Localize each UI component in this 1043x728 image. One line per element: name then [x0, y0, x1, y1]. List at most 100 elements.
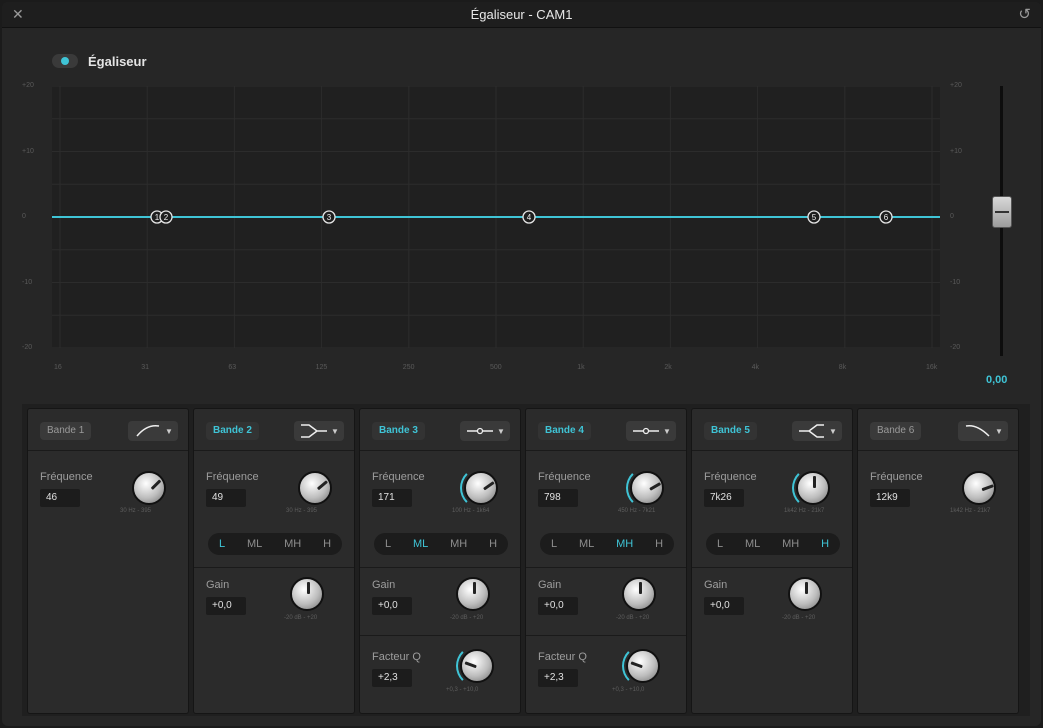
gain-knob[interactable] — [622, 577, 656, 611]
filter-shape-dropdown[interactable]: ▼ — [792, 421, 842, 441]
knob-indicator — [150, 479, 162, 490]
gain-knob[interactable] — [788, 577, 822, 611]
x-axis-label: 4k — [751, 364, 759, 371]
frequency-value[interactable]: 49 — [206, 489, 246, 507]
range-option-ml[interactable]: ML — [573, 536, 600, 552]
knob-indicator — [813, 476, 816, 488]
chevron-down-icon: ▼ — [497, 426, 505, 436]
knob-indicator — [981, 484, 994, 492]
band-enable-button[interactable]: Bande 3 — [372, 422, 425, 440]
band-1: Bande 1 ▼ Fréquence 46 30 Hz - 395 — [27, 408, 189, 714]
filter-shape-dropdown[interactable]: ▼ — [958, 421, 1008, 441]
frequency-value[interactable]: 171 — [372, 489, 412, 507]
band-enable-button[interactable]: Bande 6 — [870, 422, 922, 440]
shape-low-shelf-icon — [301, 424, 328, 438]
reset-icon[interactable]: ↺ — [1018, 5, 1031, 23]
q-factor-label: Facteur Q — [372, 651, 421, 663]
eq-enable-toggle[interactable] — [52, 54, 78, 68]
frequency-knob[interactable] — [464, 471, 498, 505]
filter-shape-dropdown[interactable]: ▼ — [294, 421, 344, 441]
range-option-ml[interactable]: ML — [407, 536, 434, 552]
shape-bell-icon — [467, 427, 494, 435]
chevron-down-icon: ▼ — [165, 426, 173, 436]
range-option-l[interactable]: L — [213, 536, 231, 552]
q-factor-value[interactable]: +2,3 — [372, 669, 412, 687]
gain-param: Gain +0,0 — [206, 579, 246, 615]
gain-value[interactable]: +0,0 — [372, 597, 412, 615]
range-option-mh[interactable]: MH — [278, 536, 307, 552]
frequency-knob[interactable] — [298, 471, 332, 505]
x-axis-label: 16k — [926, 364, 938, 371]
divider — [360, 567, 520, 568]
frequency-knob[interactable] — [132, 471, 166, 505]
band-enable-button[interactable]: Bande 5 — [704, 422, 757, 440]
divider — [692, 567, 852, 568]
q-factor-knob[interactable] — [626, 649, 660, 683]
frequency-label: Fréquence — [704, 471, 757, 483]
y-axis-label-left: 0 — [22, 213, 26, 220]
eq-node-2[interactable]: 2 — [159, 210, 173, 224]
gain-knob[interactable] — [456, 577, 490, 611]
output-fader: 0,00 — [942, 78, 1032, 398]
knob-indicator — [307, 582, 310, 594]
frequency-value[interactable]: 12k9 — [870, 489, 910, 507]
knob-indicator — [473, 582, 476, 594]
eq-node-4[interactable]: 4 — [522, 210, 536, 224]
eq-node-5[interactable]: 5 — [807, 210, 821, 224]
filter-shape-dropdown[interactable]: ▼ — [128, 421, 178, 441]
eq-node-label: 5 — [812, 213, 817, 222]
y-axis-label-left: -10 — [22, 278, 33, 286]
range-option-h[interactable]: H — [815, 536, 835, 552]
band-enable-button[interactable]: Bande 1 — [40, 422, 92, 440]
eq-graph[interactable]: 12 3 4 5 6 — [52, 86, 940, 348]
frequency-label: Fréquence — [372, 471, 425, 483]
frequency-value[interactable]: 798 — [538, 489, 578, 507]
gain-value[interactable]: +0,0 — [206, 597, 246, 615]
gain-range: -20 dB - +20 — [782, 615, 816, 621]
divider — [526, 567, 686, 568]
gain-range: -20 dB - +20 — [450, 615, 484, 621]
frequency-knob[interactable] — [962, 471, 996, 505]
filter-shape-dropdown[interactable]: ▼ — [626, 421, 676, 441]
x-axis-label: 31 — [141, 364, 149, 371]
band-header: Bande 2 ▼ — [194, 409, 354, 451]
gain-knob[interactable] — [290, 577, 324, 611]
shape-bell-icon — [633, 427, 660, 435]
eq-node-label: 4 — [527, 213, 532, 222]
eq-node-3[interactable]: 3 — [322, 210, 336, 224]
gain-label: Gain — [704, 579, 728, 591]
band-panel: Bande 1 ▼ Fréquence 46 30 Hz - 395 Bande 2 ▼ Fr… — [22, 404, 1030, 716]
x-axis-label: 8k — [838, 364, 847, 371]
frequency-knob[interactable] — [630, 471, 664, 505]
frequency-value[interactable]: 46 — [40, 489, 80, 507]
eq-node-6[interactable]: 6 — [879, 210, 893, 224]
q-factor-knob[interactable] — [460, 649, 494, 683]
gain-range: -20 dB - +20 — [616, 615, 650, 621]
fader-value: 0,00 — [986, 374, 1008, 386]
gain-value[interactable]: +0,0 — [538, 597, 578, 615]
range-option-l[interactable]: L — [545, 536, 563, 552]
range-option-ml[interactable]: ML — [739, 536, 766, 552]
frequency-param: Fréquence 46 — [40, 471, 93, 507]
range-option-l[interactable]: L — [379, 536, 397, 552]
range-option-ml[interactable]: ML — [241, 536, 268, 552]
range-option-h[interactable]: H — [317, 536, 337, 552]
frequency-knob[interactable] — [796, 471, 830, 505]
band-enable-button[interactable]: Bande 4 — [538, 422, 591, 440]
range-option-mh[interactable]: MH — [444, 536, 473, 552]
x-axis-label: 1k — [577, 364, 585, 371]
range-option-mh[interactable]: MH — [610, 536, 639, 552]
filter-shape-dropdown[interactable]: ▼ — [460, 421, 510, 441]
fader-handle[interactable] — [992, 196, 1012, 228]
gain-value[interactable]: +0,0 — [704, 597, 744, 615]
band-enable-button[interactable]: Bande 2 — [206, 422, 259, 440]
frequency-param: Fréquence 7k26 — [704, 471, 757, 507]
frequency-value[interactable]: 7k26 — [704, 489, 744, 507]
range-option-l[interactable]: L — [711, 536, 729, 552]
frequency-param: Fréquence 171 — [372, 471, 425, 507]
q-factor-value[interactable]: +2,3 — [538, 669, 578, 687]
range-option-h[interactable]: H — [483, 536, 503, 552]
range-option-h[interactable]: H — [649, 536, 669, 552]
range-option-mh[interactable]: MH — [776, 536, 805, 552]
window-title: Égaliseur - CAM1 — [470, 7, 573, 22]
